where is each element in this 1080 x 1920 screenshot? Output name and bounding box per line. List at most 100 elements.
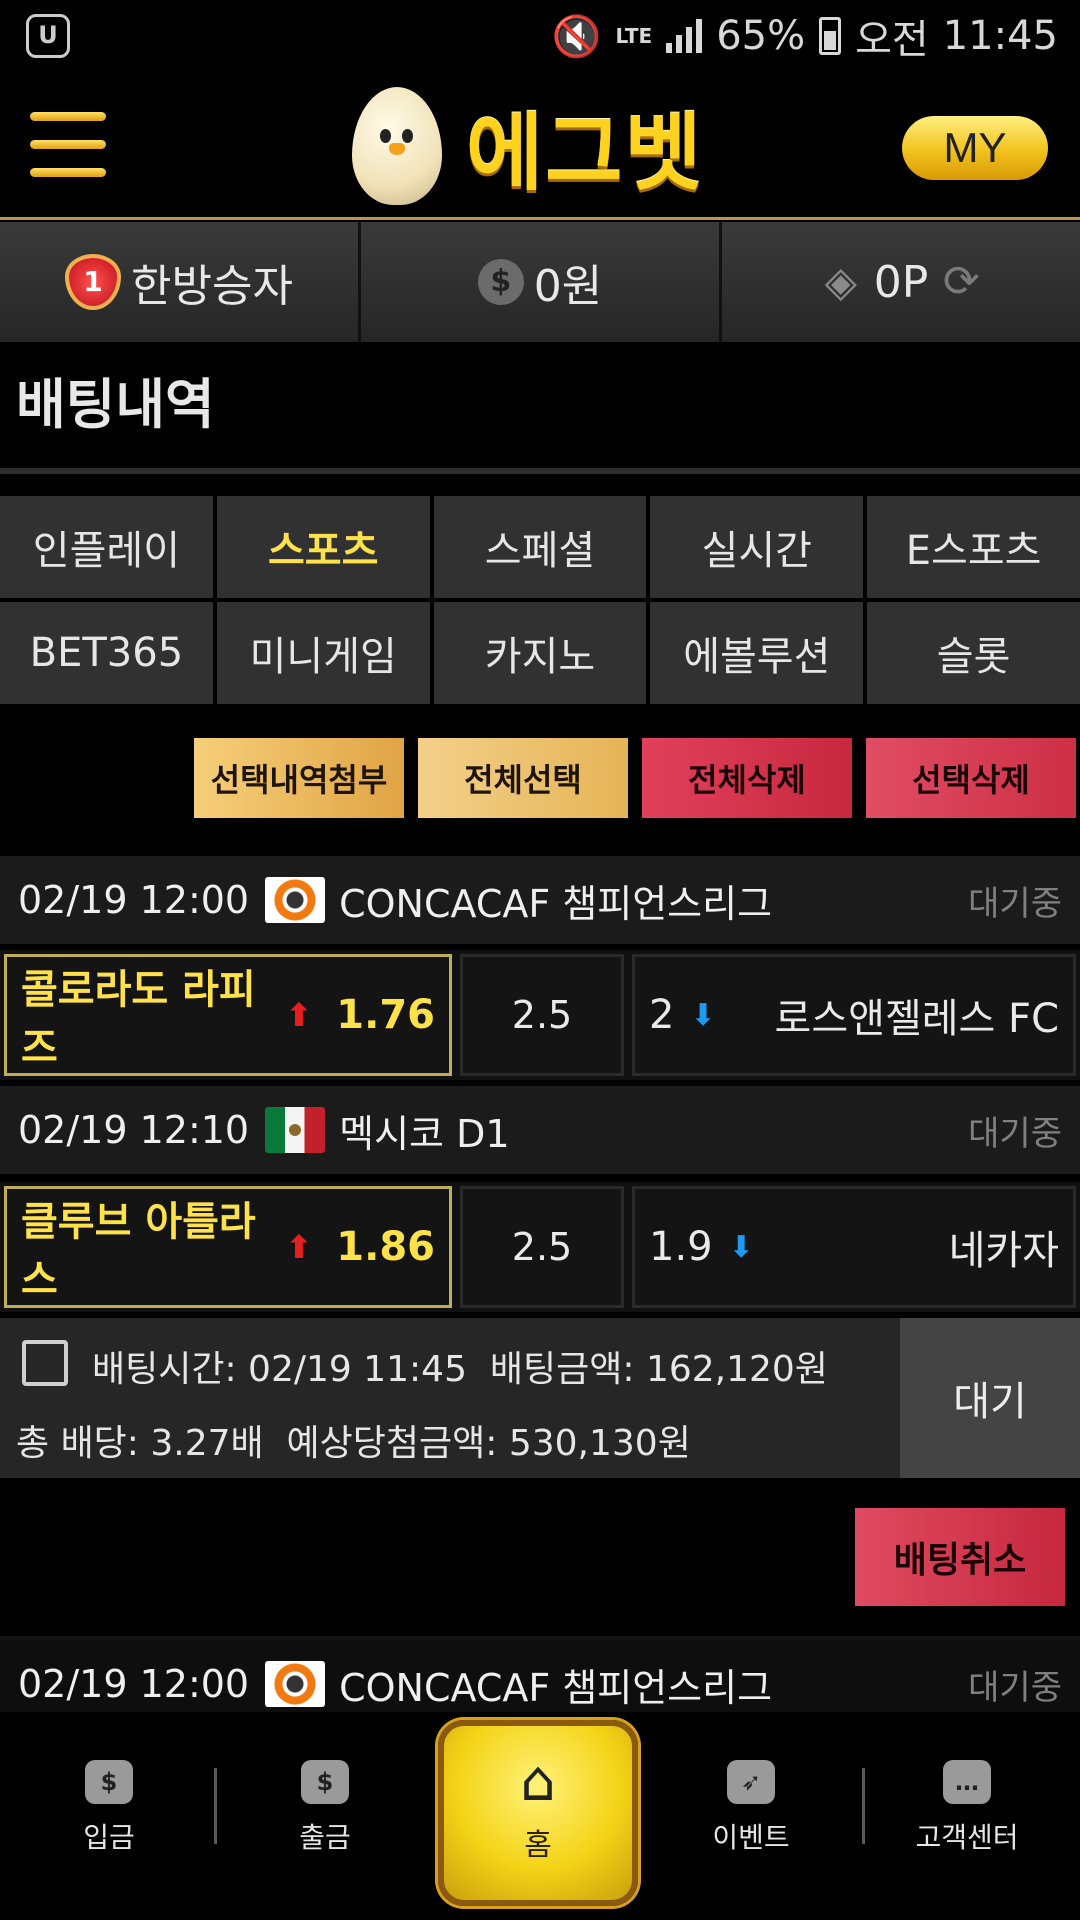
home-odds-selected[interactable]: 콜로라도 라피즈 ⬆ 1.76 [4, 954, 452, 1076]
delete-selected-button[interactable]: 선택삭제 [866, 738, 1076, 818]
user-points: ◈ 0P ⟳ [722, 222, 1080, 342]
home-icon: ⌂ [520, 1749, 556, 1814]
odds-down-arrow-icon: ⬇ [690, 997, 716, 1033]
signal-icon [666, 19, 703, 53]
nav-event-label: 이벤트 [712, 1821, 790, 1854]
nav-withdraw[interactable]: $ 출금 [250, 1760, 400, 1856]
nav-support[interactable]: … 고객센터 [892, 1760, 1042, 1856]
bet-list-actions: 선택내역첨부 전체선택 전체삭제 선택삭제 [194, 738, 1076, 818]
delete-all-button[interactable]: 전체삭제 [642, 738, 852, 818]
away-odds[interactable]: 2 ⬇ 로스앤젤레스 FC [632, 954, 1076, 1076]
expected-win: 예상당첨금액: 530,130원 [286, 1423, 691, 1464]
egg-chick-icon [352, 87, 442, 205]
money-value: 0원 [533, 261, 603, 312]
match-time: 02/19 12:10 [18, 1108, 250, 1152]
nav-withdraw-label: 출금 [299, 1821, 351, 1854]
league-name: CONCACAF 챔피언스리그 [339, 881, 773, 926]
app-header: 에그벳 MY [0, 72, 1080, 220]
user-money: $ 0원 [361, 222, 722, 342]
bet-select-checkbox[interactable] [22, 1340, 68, 1386]
diamond-icon: ◈ [824, 257, 857, 306]
home-odds-selected[interactable]: 클루브 아틀라스 ⬆ 1.86 [4, 1186, 452, 1308]
deposit-coin-icon: $ [85, 1760, 133, 1804]
handicap-value[interactable]: 2.5 [460, 1186, 624, 1308]
away-odds[interactable]: 1.9 ⬇ 네카자 [632, 1186, 1076, 1308]
points-value: 0P [873, 256, 929, 308]
rank-badge-icon: 1 [65, 254, 122, 310]
rocket-icon: ➶ [727, 1760, 775, 1804]
category-tabs: 인플레이 스포츠 스페셜 실시간 E스포츠 BET365 미니게임 카지노 에볼… [0, 496, 1080, 704]
clock-period: 오전 [855, 17, 929, 63]
match-status: 대기중 [968, 1113, 1062, 1154]
tab-bet365[interactable]: BET365 [0, 602, 213, 704]
nav-divider [214, 1768, 217, 1844]
page-title: 배팅내역 [16, 373, 215, 436]
tab-inplay[interactable]: 인플레이 [0, 496, 213, 598]
tab-special[interactable]: 스페셜 [433, 496, 647, 598]
dollar-coin-icon: $ [477, 259, 524, 305]
home-odds-value: 1.76 [336, 992, 435, 1038]
select-all-button[interactable]: 전체선택 [418, 738, 628, 818]
my-page-button[interactable]: MY [902, 116, 1048, 180]
tab-casino[interactable]: 카지노 [433, 602, 647, 704]
title-divider [0, 468, 1080, 474]
home-team-name: 클루브 아틀라스 [21, 1199, 256, 1303]
wallet-briefcase-icon: $ [301, 1760, 349, 1804]
bet-status-badge: 대기 [900, 1318, 1080, 1478]
tab-evolution[interactable]: 에볼루션 [650, 602, 864, 704]
menu-icon[interactable] [30, 112, 106, 180]
brand-name: 에그벳 [466, 103, 704, 202]
odds-up-arrow-icon: ⬆ [285, 1228, 313, 1266]
user-nickname: 한방승자 [131, 261, 293, 312]
nav-home-button[interactable]: ⌂ 홈 [438, 1720, 638, 1906]
app-notification-icon: U [26, 14, 70, 58]
odds-up-arrow-icon: ⬆ [285, 996, 313, 1034]
user-info-bar: 1 한방승자 $ 0원 ◈ 0P ⟳ [0, 222, 1080, 342]
status-bar-indicators: 🔇 LTE 65% 오전 11:45 [551, 10, 1058, 63]
bet-summary: 배팅시간: 02/19 11:45 배팅금액: 162,120원 총 배당: 3… [0, 1318, 1080, 1478]
attach-selected-button[interactable]: 선택내역첨부 [194, 738, 404, 818]
home-team-name: 콜로라도 라피즈 [21, 967, 256, 1071]
handicap-value[interactable]: 2.5 [460, 954, 624, 1076]
mute-icon: 🔇 [551, 13, 602, 60]
nav-event[interactable]: ➶ 이벤트 [676, 1760, 826, 1856]
brand-logo[interactable]: 에그벳 [352, 84, 704, 208]
tab-esports[interactable]: E스포츠 [867, 496, 1080, 598]
battery-percent: 65% [716, 13, 806, 59]
away-odds-value: 1.9 [649, 1224, 713, 1270]
bet-summary-line1: 배팅시간: 02/19 11:45 배팅금액: 162,120원 [92, 1340, 828, 1392]
chat-bubble-icon: … [943, 1760, 991, 1804]
match-header: 02/19 12:10 멕시코 D1 대기중 [0, 1086, 1080, 1174]
match-time: 02/19 12:00 [18, 1662, 250, 1706]
home-odds-value: 1.86 [336, 1224, 435, 1270]
tab-sports[interactable]: 스포츠 [216, 496, 430, 598]
away-team-name: 로스앤젤레스 FC [774, 996, 1059, 1042]
bet-amount: 배팅금액: 162,120원 [489, 1349, 828, 1390]
clock-time: 11:45 [942, 13, 1058, 59]
nav-support-label: 고객센터 [915, 1821, 1019, 1854]
nav-divider [862, 1768, 865, 1844]
odds-down-arrow-icon: ⬇ [728, 1229, 754, 1265]
tab-slot[interactable]: 슬롯 [867, 602, 1080, 704]
away-team-name: 네카자 [948, 1228, 1059, 1274]
cancel-bet-button[interactable]: 배팅취소 [855, 1508, 1065, 1606]
status-bar: U 🔇 LTE 65% 오전 11:45 [0, 0, 1080, 72]
match-header: 02/19 12:00 CONCACAF 챔피언스리그 대기중 [0, 856, 1080, 944]
refresh-icon[interactable]: ⟳ [938, 259, 984, 305]
tab-realtime[interactable]: 실시간 [650, 496, 864, 598]
battery-icon [819, 17, 842, 55]
nav-home-label: 홈 [524, 1828, 552, 1863]
match-status: 대기중 [968, 883, 1062, 924]
odds-row: 콜로라도 라피즈 ⬆ 1.76 2.5 2 ⬇ 로스앤젤레스 FC [0, 950, 1080, 1080]
league-name: 멕시코 D1 [339, 1111, 510, 1156]
nav-deposit[interactable]: $ 입금 [34, 1760, 184, 1856]
match-status: 대기중 [968, 1667, 1062, 1708]
away-odds-value: 2 [649, 992, 675, 1038]
nav-deposit-label: 입금 [83, 1821, 135, 1854]
concacaf-league-icon [265, 877, 326, 923]
tab-minigame[interactable]: 미니게임 [216, 602, 430, 704]
user-rank[interactable]: 1 한방승자 [0, 222, 361, 342]
concacaf-league-icon [265, 1661, 326, 1707]
bet-time: 배팅시간: 02/19 11:45 [92, 1349, 467, 1390]
mexico-flag-icon [265, 1107, 326, 1153]
